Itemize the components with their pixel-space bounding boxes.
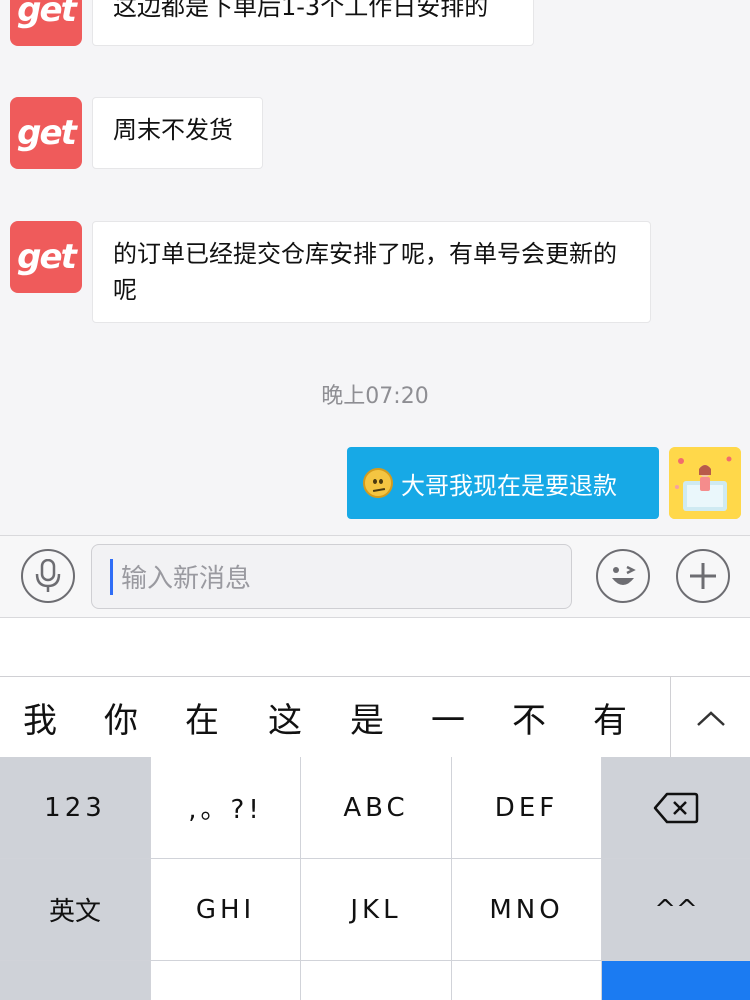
backspace-icon	[653, 792, 699, 823]
shop-avatar[interactable]: get	[10, 97, 82, 169]
key-partial[interactable]	[301, 961, 451, 1000]
key-mno[interactable]: MNO	[452, 859, 601, 960]
key-ghi[interactable]: GHI	[151, 859, 300, 960]
message-input-bar: 输入新消息	[0, 535, 750, 618]
key-punctuation[interactable]: ,。?!	[151, 757, 300, 858]
message-bubble[interactable]: 周末不发货	[92, 97, 263, 169]
key-jkl[interactable]: JKL	[301, 859, 451, 960]
shop-avatar[interactable]: get	[10, 0, 82, 46]
message-text: 这边都是下单后1-3个工作日安排的	[113, 0, 489, 21]
message-input-placeholder: 输入新消息	[121, 564, 252, 594]
message-text: 大哥我现在是要退款	[401, 471, 617, 500]
shop-avatar[interactable]: get	[10, 221, 82, 293]
key-partial[interactable]	[151, 961, 300, 1000]
delete-key[interactable]	[602, 757, 750, 858]
chat-area[interactable]: get 这边都是下单后1-3个工作日安排的 get 周末不发货 get 的订单已…	[0, 0, 750, 535]
user-avatar-image	[669, 447, 741, 519]
chat-screen: get 这边都是下单后1-3个工作日安排的 get 周末不发货 get 的订单已…	[0, 0, 750, 1000]
message-text: 的订单已经提交仓库安排了呢，有单号会更新的呢	[113, 240, 617, 304]
key-partial[interactable]	[0, 961, 150, 1000]
candidate-word[interactable]: 你	[91, 677, 151, 758]
key-abc[interactable]: ABC	[301, 757, 451, 858]
key-english[interactable]: 英文	[0, 859, 150, 960]
candidate-word[interactable]: 不	[499, 677, 559, 758]
key-def[interactable]: DEF	[452, 757, 601, 858]
message-bubble[interactable]: 的订单已经提交仓库安排了呢，有单号会更新的呢	[92, 221, 651, 323]
voice-button[interactable]	[21, 549, 75, 603]
key-emoticon[interactable]: ^^	[602, 859, 750, 960]
message-timestamp: 晚上07:20	[321, 384, 429, 409]
shop-avatar-logo: get	[17, 237, 77, 277]
keyboard-top-area	[0, 618, 750, 676]
wink-face-icon	[612, 565, 636, 585]
shop-avatar-logo: get	[17, 0, 77, 30]
key-partial[interactable]	[452, 961, 601, 1000]
send-key[interactable]	[602, 961, 750, 1000]
plus-icon	[690, 563, 716, 589]
message-text: 周末不发货	[113, 116, 233, 144]
candidate-bar: 我 你 在 这 是 一 不 有	[0, 676, 750, 758]
emoji-button[interactable]	[596, 549, 650, 603]
candidate-word[interactable]: 是	[337, 677, 397, 758]
message-input[interactable]: 输入新消息	[91, 544, 572, 609]
plus-button[interactable]	[676, 549, 730, 603]
shop-avatar-logo: get	[17, 113, 77, 153]
keyboard: 123 ,。?! ABC DEF 英文 GHI JKL MNO ^^	[0, 757, 750, 1000]
text-caret	[110, 558, 113, 595]
user-avatar[interactable]	[669, 447, 741, 519]
microphone-icon	[35, 559, 61, 592]
outgoing-message-bubble[interactable]: 大哥我现在是要退款	[347, 447, 659, 519]
chevron-up-icon	[696, 710, 725, 726]
confused-face-icon	[363, 468, 393, 498]
candidate-word[interactable]: 在	[172, 677, 232, 758]
message-bubble[interactable]: 这边都是下单后1-3个工作日安排的	[92, 0, 534, 46]
key-123[interactable]: 123	[0, 757, 150, 858]
candidate-word[interactable]: 这	[255, 677, 315, 758]
candidate-word[interactable]: 有	[580, 677, 640, 758]
candidate-word[interactable]: 一	[418, 677, 478, 758]
candidate-word[interactable]: 我	[10, 677, 70, 758]
expand-candidates-button[interactable]	[670, 677, 750, 758]
